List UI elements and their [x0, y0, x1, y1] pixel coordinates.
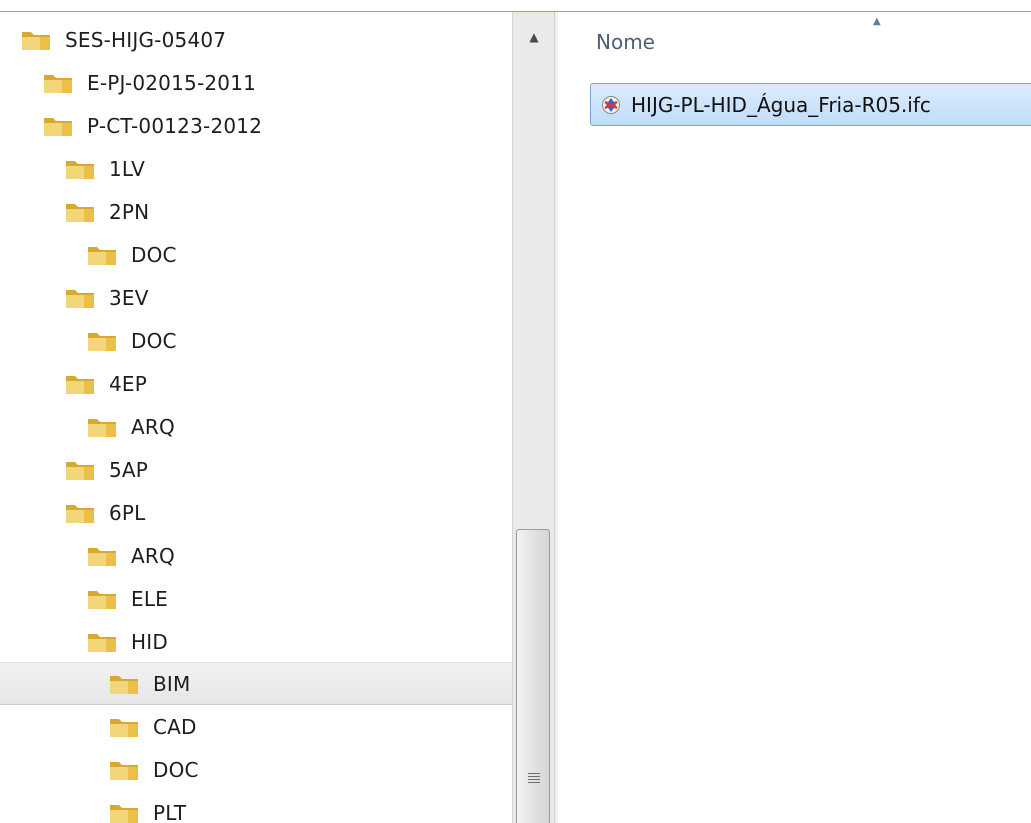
tree-item-label: 3EV — [109, 285, 149, 310]
tree-item-label: P-CT-00123-2012 — [87, 113, 263, 138]
folder-icon — [22, 31, 50, 50]
folder-icon — [44, 117, 72, 136]
scroll-up-arrow-icon[interactable]: ▲ — [513, 22, 555, 52]
tree-item-label: 1LV — [109, 156, 145, 181]
tree-item-label: BIM — [153, 671, 191, 696]
tree-item-label: ARQ — [131, 543, 175, 568]
folder-icon — [44, 74, 72, 93]
tree-item-label: E-PJ-02015-2011 — [87, 70, 257, 95]
tree-item-label: SES-HIJG-05407 — [65, 27, 227, 52]
tree-item-e-pj-02015-2011[interactable]: E-PJ-02015-2011 — [0, 61, 512, 104]
tree-item-plt[interactable]: PLT — [0, 791, 512, 823]
file-row[interactable]: HIJG-PL-HID_Água_Fria-R05.ifc — [590, 83, 1031, 126]
tree-item-label: DOC — [131, 242, 177, 267]
tree-item-1lv[interactable]: 1LV — [0, 147, 512, 190]
tree-item-ses-hijg-05407[interactable]: SES-HIJG-05407 — [0, 18, 512, 61]
file-list-pane[interactable]: ▲ Nome HIJG-PL-HID_Água_Fria-R05.ifc — [558, 12, 1031, 823]
tree-item-label: 6PL — [109, 500, 146, 525]
tree-item-cad[interactable]: CAD — [0, 705, 512, 748]
tree-item-label: 2PN — [109, 199, 150, 224]
folder-icon — [88, 332, 116, 351]
folder-icon — [88, 418, 116, 437]
folder-icon — [88, 590, 116, 609]
tree-item-5ap[interactable]: 5AP — [0, 448, 512, 491]
navigation-pane[interactable]: SES-HIJG-05407 E-PJ-02015-2011 P-CT-0012… — [0, 12, 512, 823]
tree-item-label: PLT — [153, 800, 187, 823]
tree-item-label: 5AP — [109, 457, 149, 482]
tree-item-label: DOC — [131, 328, 177, 353]
tree-item-label: ARQ — [131, 414, 175, 439]
vertical-scrollbar[interactable]: ▲ — [512, 12, 554, 823]
scrollbar-thumb[interactable] — [516, 529, 550, 823]
folder-icon — [110, 718, 138, 737]
tree-item-4ep[interactable]: 4EP — [0, 362, 512, 405]
folder-icon — [88, 246, 116, 265]
folder-icon — [66, 461, 94, 480]
tree-item-doc[interactable]: DOC — [0, 233, 512, 276]
folder-icon — [110, 804, 138, 823]
tree-item-arq[interactable]: ARQ — [0, 534, 512, 577]
tree-item-label: 4EP — [109, 371, 148, 396]
file-name: HIJG-PL-HID_Água_Fria-R05.ifc — [631, 92, 931, 117]
grip-icon — [528, 773, 540, 783]
folder-icon — [110, 675, 138, 694]
tree-item-label: CAD — [153, 714, 197, 739]
folder-icon — [66, 203, 94, 222]
sort-ascending-icon: ▲ — [873, 16, 881, 27]
tree-item-hid[interactable]: HID — [0, 620, 512, 663]
tree-item-label: DOC — [153, 757, 199, 782]
tree-item-label: ELE — [131, 586, 169, 611]
tree-item-doc[interactable]: DOC — [0, 319, 512, 362]
tree-item-arq[interactable]: ARQ — [0, 405, 512, 448]
folder-icon — [66, 375, 94, 394]
ifc-file-icon — [602, 95, 620, 114]
window-top-border — [0, 0, 1031, 12]
folder-icon — [110, 761, 138, 780]
tree-item-2pn[interactable]: 2PN — [0, 190, 512, 233]
tree-item-label: HID — [131, 629, 168, 654]
folder-icon — [88, 633, 116, 652]
folder-icon — [66, 289, 94, 308]
tree-item-bim[interactable]: BIM — [0, 662, 512, 705]
tree-item-p-ct-00123-2012[interactable]: P-CT-00123-2012 — [0, 104, 512, 147]
tree-item-doc[interactable]: DOC — [0, 748, 512, 791]
folder-icon — [66, 160, 94, 179]
folder-icon — [66, 504, 94, 523]
tree-item-3ev[interactable]: 3EV — [0, 276, 512, 319]
folder-icon — [88, 547, 116, 566]
column-header-name[interactable]: Nome — [596, 30, 655, 54]
tree-item-6pl[interactable]: 6PL — [0, 491, 512, 534]
tree-item-ele[interactable]: ELE — [0, 577, 512, 620]
